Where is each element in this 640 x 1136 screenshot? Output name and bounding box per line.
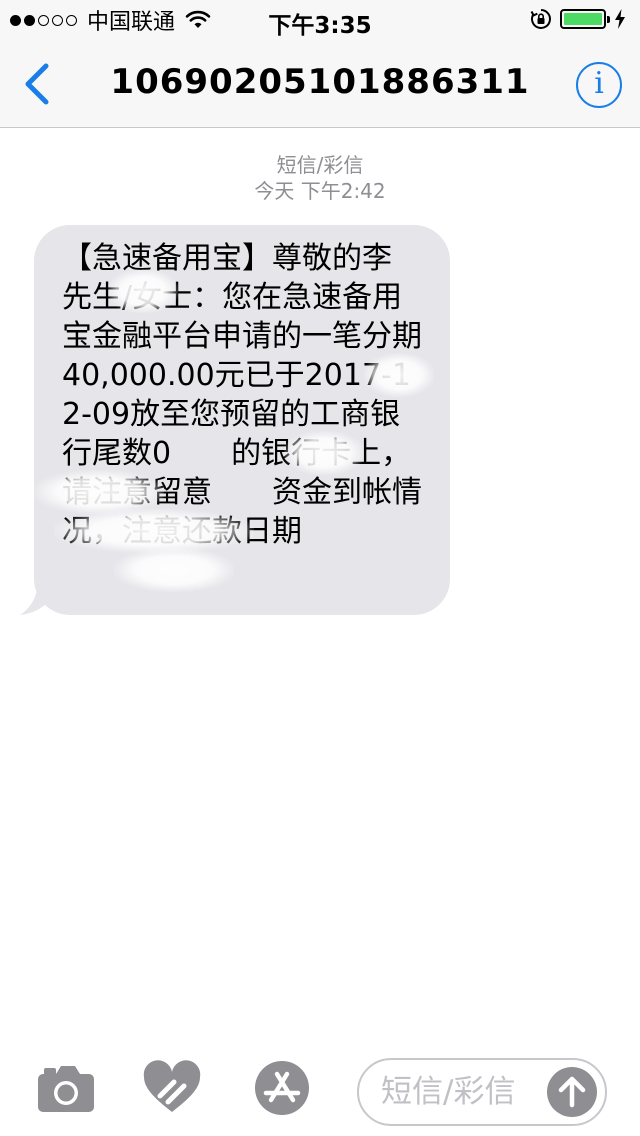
message-input-field[interactable]	[357, 1058, 607, 1126]
service-label: 短信/彩信	[276, 153, 364, 177]
camera-button[interactable]	[34, 1060, 98, 1116]
chevron-left-icon	[25, 63, 49, 105]
digital-touch-button[interactable]	[140, 1060, 204, 1116]
camera-icon	[38, 1066, 94, 1112]
redaction-smudge	[114, 548, 234, 592]
navigation-bar: 10690205101886311 i	[0, 40, 640, 128]
status-right	[530, 8, 626, 30]
charging-bolt-icon	[615, 9, 625, 29]
back-button[interactable]	[18, 60, 58, 108]
send-button[interactable]	[547, 1067, 597, 1117]
message-meta: 短信/彩信 今天 下午2:42	[0, 152, 640, 204]
rotation-lock-icon	[530, 9, 551, 29]
info-circle-icon: i	[594, 66, 604, 101]
info-button[interactable]: i	[576, 62, 622, 108]
composer-toolbar	[0, 1050, 640, 1136]
battery-icon	[560, 9, 610, 29]
conversation-title: 10690205101886311	[110, 62, 530, 102]
message-bubble[interactable]: 【急速备用宝】尊敬的李 先生/女士：您在急速备用宝金融平台申请的一笔分期40,0…	[34, 225, 450, 615]
heart-digital-touch-icon	[143, 1060, 201, 1112]
status-bar: 中国联通 下午3:35	[0, 0, 640, 40]
arrow-up-icon	[558, 1076, 586, 1108]
battery-level-fill	[564, 13, 602, 25]
message-input[interactable]	[381, 1070, 541, 1114]
message-text: 【急速备用宝】尊敬的李 先生/女士：您在急速备用宝金融平台申请的一笔分期40,0…	[62, 241, 452, 549]
app-store-button[interactable]	[250, 1060, 314, 1116]
battery-cap	[607, 16, 610, 23]
message-timestamp: 今天 下午2:42	[254, 179, 386, 203]
app-store-icon	[255, 1061, 309, 1115]
